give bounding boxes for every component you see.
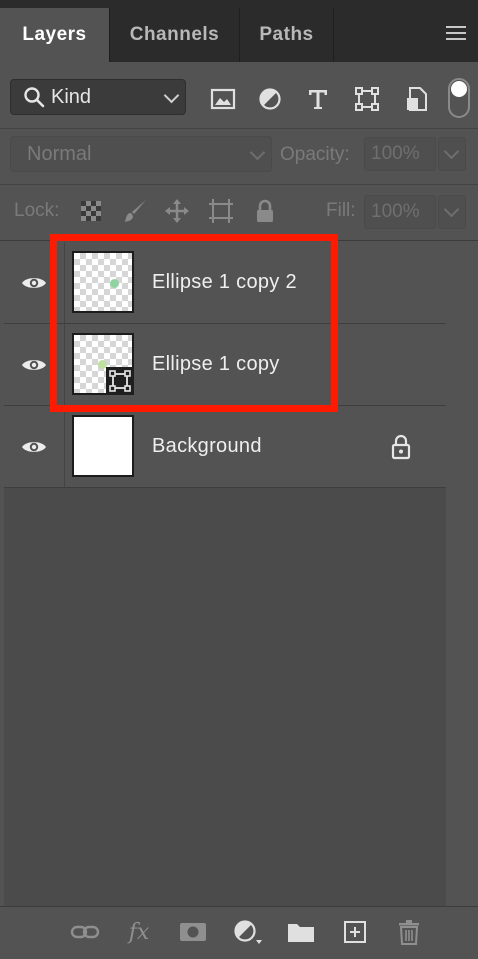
new-group-icon[interactable] (286, 919, 316, 945)
blend-mode-select[interactable]: Normal (10, 136, 272, 172)
layer-thumbnail (72, 415, 134, 477)
lock-artboard-icon[interactable] (208, 198, 234, 224)
hamburger-icon[interactable] (446, 26, 466, 40)
fx-icon[interactable]: fx (124, 919, 154, 945)
lock-transparent-pixels-icon[interactable] (78, 198, 104, 224)
chevron-down-icon (249, 144, 266, 161)
lock-label: Lock: (14, 200, 60, 221)
chevron-down-icon (163, 87, 180, 104)
adjustment-layer-filter-icon[interactable] (257, 86, 283, 112)
new-adjustment-layer-icon[interactable] (232, 919, 262, 945)
panel-tab-bar: Layers Channels Paths (0, 0, 478, 62)
shape-layer-filter-icon[interactable] (354, 86, 380, 112)
filter-kind-label: Kind (51, 85, 92, 108)
tab-paths[interactable]: Paths (240, 8, 334, 62)
highlight-box (50, 234, 338, 412)
delete-layer-icon[interactable] (394, 919, 424, 945)
type-layer-filter-icon[interactable] (305, 86, 331, 112)
smart-object-filter-icon[interactable] (404, 86, 430, 112)
blend-mode-value: Normal (27, 142, 92, 165)
lock-options-bar: Lock: Fill: 100% (0, 184, 478, 241)
layer-name[interactable]: Background (152, 406, 262, 487)
fill-label: Fill: (326, 200, 356, 221)
tab-channels[interactable]: Channels (110, 8, 240, 62)
opacity-label: Opacity: (280, 144, 350, 165)
fx-label: fx (128, 919, 150, 945)
fill-input[interactable]: 100% (364, 195, 436, 229)
link-layers-icon[interactable] (70, 919, 100, 945)
opacity-input[interactable]: 100% (364, 137, 436, 171)
chevron-down-icon (443, 143, 460, 160)
eye-icon[interactable] (4, 406, 65, 487)
lock-image-pixels-icon[interactable] (122, 198, 148, 224)
layer-filter-bar: Kind (0, 62, 478, 129)
layers-bottom-toolbar: fx (0, 906, 478, 959)
fill-dropdown[interactable] (438, 195, 466, 229)
filter-toggle[interactable] (448, 78, 470, 118)
lock-position-icon[interactable] (164, 198, 190, 224)
new-layer-icon[interactable] (340, 919, 370, 945)
search-icon (23, 86, 45, 108)
opacity-dropdown[interactable] (438, 137, 466, 171)
layer-row[interactable]: Background (4, 406, 446, 488)
chevron-down-icon (443, 201, 460, 218)
filter-kind-select[interactable]: Kind (10, 79, 186, 115)
lock-icon[interactable] (390, 434, 412, 460)
tab-layers[interactable]: Layers (0, 8, 110, 62)
layers-scrollbar[interactable] (446, 242, 474, 906)
pixel-layer-filter-icon[interactable] (210, 86, 236, 112)
toggle-knob (451, 81, 467, 97)
lock-all-icon[interactable] (252, 198, 278, 224)
blend-options-bar: Normal Opacity: 100% (0, 128, 478, 185)
add-mask-icon[interactable] (178, 919, 208, 945)
